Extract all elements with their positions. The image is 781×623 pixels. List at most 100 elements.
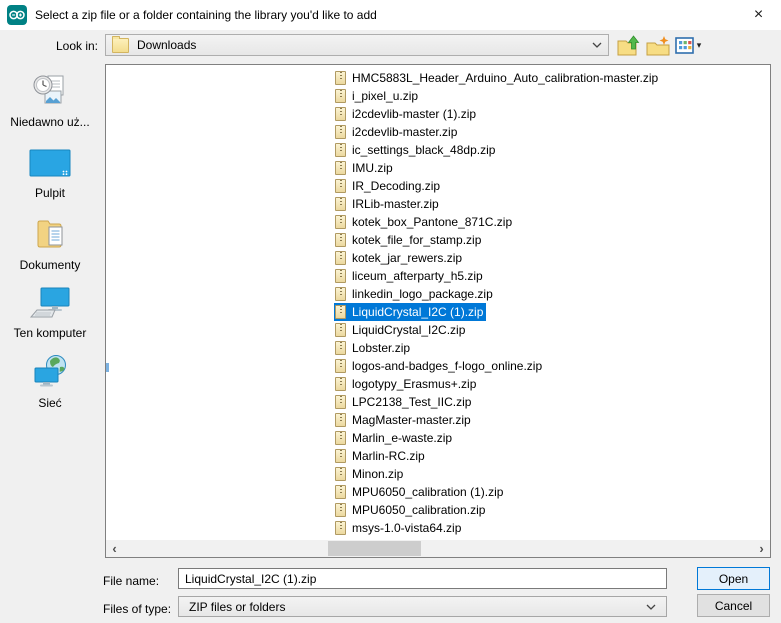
file-item-label: msys-1.0-vista64.zip <box>352 521 462 535</box>
zip-file-icon <box>335 143 346 157</box>
window-title: Select a zip file or a folder containing… <box>35 8 377 22</box>
zip-file-icon <box>335 503 346 517</box>
file-item-label: logotypy_Erasmus+.zip <box>352 377 477 391</box>
file-item[interactable]: Lobster.zip <box>334 339 413 357</box>
file-name-label: File name: <box>103 574 160 588</box>
file-item-label: MPU6050_calibration.zip <box>352 503 486 517</box>
sidebar-item-label: Dokumenty <box>19 258 81 272</box>
file-item[interactable]: i_pixel_u.zip <box>334 87 421 105</box>
zip-file-icon <box>335 179 346 193</box>
files-of-type-select[interactable]: ZIP files or folders <box>178 596 667 617</box>
file-item[interactable]: kotek_file_for_stamp.zip <box>334 231 484 249</box>
look-in-label: Look in: <box>55 39 98 53</box>
open-button[interactable]: Open <box>697 567 770 590</box>
file-item[interactable]: kotek_jar_rewers.zip <box>334 249 465 267</box>
zip-file-icon <box>335 323 346 337</box>
file-item-label: Lobster.zip <box>352 341 411 355</box>
scroll-position-marker <box>106 363 109 372</box>
file-item[interactable]: i2cdevlib-master (1).zip <box>334 105 479 123</box>
close-button[interactable]: × <box>736 0 781 30</box>
zip-file-icon <box>335 251 346 265</box>
zip-file-icon <box>335 71 346 85</box>
zip-file-icon <box>335 161 346 175</box>
file-item[interactable]: linkedin_logo_package.zip <box>334 285 496 303</box>
this-computer-icon <box>29 286 71 321</box>
file-item-label: Marlin-RC.zip <box>352 449 425 463</box>
scroll-left-arrow[interactable]: ‹ <box>106 540 123 557</box>
create-new-folder-button[interactable] <box>644 33 671 58</box>
file-item[interactable]: Minon.zip <box>334 465 406 483</box>
file-item[interactable]: IRLib-master.zip <box>334 195 442 213</box>
file-item-label: liceum_afterparty_h5.zip <box>352 269 483 283</box>
up-one-level-button[interactable] <box>615 33 642 58</box>
sidebar-item-label: Ten komputer <box>13 326 87 340</box>
file-item-label: i2cdevlib-master (1).zip <box>352 107 477 121</box>
file-item[interactable]: LiquidCrystal_I2C.zip <box>334 321 468 339</box>
file-item-label: IRLib-master.zip <box>352 197 439 211</box>
chevron-down-icon <box>646 604 656 610</box>
sidebar-item-documents[interactable]: Dokumenty <box>0 216 100 272</box>
file-item[interactable]: Marlin_e-waste.zip <box>334 429 455 447</box>
sidebar-item-label: Sieć <box>38 396 62 410</box>
file-name-input[interactable] <box>178 568 667 589</box>
desktop-icon <box>28 148 72 181</box>
file-item-label: IMU.zip <box>352 161 393 175</box>
file-item-label: LiquidCrystal_I2C (1).zip <box>352 305 484 319</box>
file-item-label: LPC2138_Test_IIC.zip <box>352 395 472 409</box>
file-item[interactable]: MagMaster-master.zip <box>334 411 474 429</box>
file-item[interactable]: LiquidCrystal_I2C (1).zip <box>334 303 487 321</box>
folder-icon <box>112 35 129 53</box>
file-item[interactable]: msys-1.0-vista64.zip <box>334 519 464 537</box>
file-item[interactable]: liceum_afterparty_h5.zip <box>334 267 486 285</box>
sidebar-item-network[interactable]: Sieć <box>0 354 100 410</box>
file-item[interactable]: MPU6050_calibration (1).zip <box>334 483 506 501</box>
file-item-label: MPU6050_calibration (1).zip <box>352 485 504 499</box>
file-list-items: HMC5883L_Header_Arduino_Auto_calibration… <box>334 69 661 537</box>
file-item-label: i2cdevlib-master.zip <box>352 125 458 139</box>
look-in-combobox[interactable]: Downloads <box>105 34 609 56</box>
sidebar-item-this-computer[interactable]: Ten komputer <box>0 286 100 340</box>
file-item[interactable]: MPU6050_calibration.zip <box>334 501 488 519</box>
scrollbar-thumb[interactable] <box>328 541 421 556</box>
file-item-label: logos-and-badges_f-logo_online.zip <box>352 359 543 373</box>
zip-file-icon <box>335 521 346 535</box>
zip-file-icon <box>335 395 346 409</box>
sidebar-item-label: Pulpit <box>34 186 66 200</box>
zip-file-icon <box>335 125 346 139</box>
file-list[interactable]: HMC5883L_Header_Arduino_Auto_calibration… <box>105 64 771 558</box>
sidebar-item-label: Niedawno uż... <box>10 115 90 129</box>
documents-icon <box>33 216 67 253</box>
zip-file-icon <box>335 449 346 463</box>
file-item[interactable]: IR_Decoding.zip <box>334 177 443 195</box>
file-item-label: kotek_jar_rewers.zip <box>352 251 463 265</box>
file-item-label: kotek_file_for_stamp.zip <box>352 233 482 247</box>
sidebar-item-desktop[interactable]: Pulpit <box>0 148 100 200</box>
zip-file-icon <box>335 377 346 391</box>
file-item[interactable]: i2cdevlib-master.zip <box>334 123 460 141</box>
zip-file-icon <box>335 269 346 283</box>
files-of-type-value: ZIP files or folders <box>189 599 286 614</box>
file-item-label: IR_Decoding.zip <box>352 179 441 193</box>
create-new-folder-icon <box>646 36 669 56</box>
zip-file-icon <box>335 89 346 103</box>
zip-file-icon <box>335 341 346 355</box>
file-item-label: MagMaster-master.zip <box>352 413 471 427</box>
file-item[interactable]: ic_settings_black_48dp.zip <box>334 141 498 159</box>
sidebar-item-recent[interactable]: Niedawno uż... <box>0 74 100 129</box>
file-item[interactable]: kotek_box_Pantone_871C.zip <box>334 213 515 231</box>
cancel-button[interactable]: Cancel <box>697 594 770 617</box>
zip-file-icon <box>335 287 346 301</box>
file-item[interactable]: logos-and-badges_f-logo_online.zip <box>334 357 545 375</box>
file-item[interactable]: logotypy_Erasmus+.zip <box>334 375 479 393</box>
look-in-value: Downloads <box>137 38 197 52</box>
zip-file-icon <box>335 413 346 427</box>
scroll-right-arrow[interactable]: › <box>753 540 770 557</box>
file-item[interactable]: IMU.zip <box>334 159 396 177</box>
arduino-icon <box>7 5 27 25</box>
file-item[interactable]: Marlin-RC.zip <box>334 447 428 465</box>
view-menu-button[interactable]: ▾ <box>672 33 704 58</box>
file-item[interactable]: HMC5883L_Header_Arduino_Auto_calibration… <box>334 69 661 87</box>
file-item-label: linkedin_logo_package.zip <box>352 287 493 301</box>
horizontal-scrollbar[interactable]: ‹ › <box>106 540 770 557</box>
file-item[interactable]: LPC2138_Test_IIC.zip <box>334 393 474 411</box>
